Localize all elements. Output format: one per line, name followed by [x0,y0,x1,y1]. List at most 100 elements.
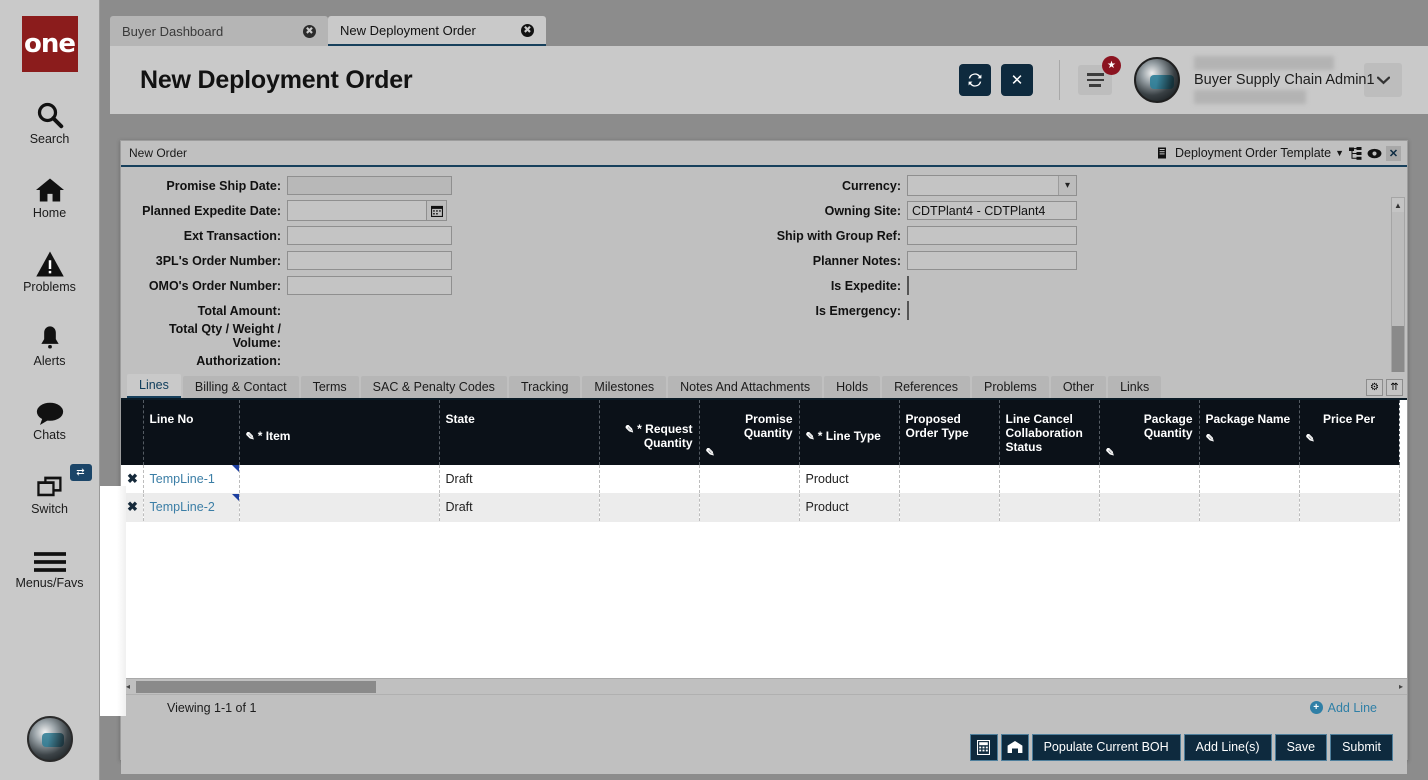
sidebar-item-chats[interactable]: Chats [0,392,100,442]
sidebar-item-search[interactable]: Search [0,96,100,146]
sidebar-avatar[interactable] [27,716,73,762]
workspace-tab-buyer-dashboard[interactable]: Buyer Dashboard ✖ [110,16,328,46]
cell-line-no[interactable]: TempLine-2 [143,493,240,522]
order-panel: New Order Deployment Order Template ▼ ✕ … [96,140,1408,774]
col-line-type[interactable]: ✎ * Line Type [799,400,900,465]
avatar[interactable] [1134,57,1180,103]
tab-milestones[interactable]: Milestones [582,376,667,398]
populate-current-boh-button[interactable]: Populate Current BOH [1031,733,1181,761]
cell-promise-quantity[interactable] [699,465,800,494]
third-party-order-number-input[interactable] [287,251,452,270]
close-icon[interactable]: ✖ [521,23,534,37]
eye-icon[interactable] [1367,146,1382,161]
tab-terms[interactable]: Terms [300,376,359,398]
field-is-emergency: Is Emergency: [721,298,1161,323]
tab-sac-penalty-codes[interactable]: SAC & Penalty Codes [360,376,507,398]
sidebar-item-menus-favs[interactable]: Menus/Favs [0,540,100,590]
ext-transaction-input[interactable] [287,226,452,245]
field-label: Currency: [841,178,901,193]
gear-icon[interactable]: ⚙ [1366,379,1383,396]
scroll-right-arrow-icon[interactable]: ▸ [1399,682,1403,691]
add-line-link[interactable]: + Add Line [1309,701,1377,715]
col-line-no[interactable]: Line No [143,400,240,465]
form-vertical-scrollbar[interactable]: ▲ ▼ [1391,197,1405,372]
table-row[interactable]: ✖ TempLine-1 Draft Product [121,465,1400,494]
sidebar-item-problems[interactable]: Problems [0,244,100,294]
promise-ship-date-input[interactable] [287,176,452,195]
scrollbar-thumb[interactable] [136,680,376,693]
owning-site-input[interactable] [907,201,1077,220]
is-emergency-checkbox[interactable] [907,300,909,320]
grid-horizontal-scrollbar[interactable]: ◂ ▸ [121,678,1407,694]
warehouse-button[interactable] [1000,733,1029,761]
save-button[interactable]: Save [1274,733,1328,761]
switch-shortcut-badge[interactable]: ⇄ [69,464,92,481]
is-expedite-checkbox[interactable] [907,275,909,295]
close-order-button[interactable]: ✕ [1001,64,1033,96]
cell-package-name[interactable] [1199,465,1300,494]
col-line-cancel-collaboration-status[interactable]: Line Cancel Collaboration Status [999,400,1100,465]
sidebar-item-label: Alerts [33,354,66,368]
cell-promise-quantity[interactable] [699,493,800,522]
edit-icon: ✎ [805,430,815,443]
cell-package-name[interactable] [1199,493,1300,522]
hierarchy-icon[interactable] [1348,146,1363,161]
cell-item[interactable] [239,493,440,522]
col-promise-quantity[interactable]: Promise Quantity ✎ [699,400,800,465]
calendar-icon[interactable] [427,200,447,221]
submit-button[interactable]: Submit [1330,733,1393,761]
ship-with-group-ref-input[interactable] [907,226,1077,245]
tab-notes-and-attachments[interactable]: Notes And Attachments [668,376,823,398]
currency-select[interactable]: ▾ [907,175,1077,196]
col-state[interactable]: State [439,400,600,465]
calculator-button[interactable] [969,733,998,761]
tab-links[interactable]: Links [1108,376,1162,398]
tab-holds[interactable]: Holds [824,376,881,398]
close-icon[interactable]: ✖ [303,24,316,38]
collapse-icon[interactable]: ⇈ [1386,379,1403,396]
col-request-quantity[interactable]: ✎ * Request Quantity [599,400,700,465]
sidebar-item-home[interactable]: Home [0,170,100,220]
tab-lines[interactable]: Lines [127,374,181,398]
sidebar-item-alerts[interactable]: Alerts [0,318,100,368]
cell-request-quantity[interactable] [599,493,700,522]
field-ship-with-group-ref: Ship with Group Ref: [721,223,1161,248]
field-label: Owning Site: [824,203,901,218]
field-label: Total Amount: [197,303,281,318]
add-lines-button[interactable]: Add Line(s) [1183,733,1272,761]
tab-other[interactable]: Other [1050,376,1107,398]
col-price-per[interactable]: Price Per ✎ [1299,400,1400,465]
cell-package-quantity[interactable] [1099,493,1200,522]
sidebar-item-switch[interactable]: ⇄ Switch [0,464,100,516]
tab-billing-contact[interactable]: Billing & Contact [182,376,299,398]
cell-line-type[interactable]: Product [799,493,900,522]
tab-references[interactable]: References [882,376,971,398]
table-row[interactable]: ✖ TempLine-2 Draft Product [121,493,1400,522]
cell-request-quantity[interactable] [599,465,700,494]
header-menu-button[interactable]: ★ [1078,56,1121,95]
tab-tracking[interactable]: Tracking [508,376,581,398]
cell-price-per[interactable] [1299,465,1400,494]
close-icon[interactable]: ✕ [1386,145,1401,161]
col-package-quantity[interactable]: Package Quantity ✎ [1099,400,1200,465]
cell-item[interactable] [239,465,440,494]
col-package-name[interactable]: Package Name ✎ [1199,400,1300,465]
omo-order-number-input[interactable] [287,276,452,295]
cell-line-no[interactable]: TempLine-1 [143,465,240,494]
col-proposed-order-type[interactable]: Proposed Order Type [899,400,1000,465]
workspace-tab-new-deployment-order[interactable]: New Deployment Order ✖ [328,16,546,46]
refresh-button[interactable] [959,64,991,96]
chat-bubble-icon [35,392,65,426]
scroll-up-arrow-icon[interactable]: ▲ [1392,198,1404,212]
tab-problems[interactable]: Problems [972,376,1049,398]
cell-package-quantity[interactable] [1099,465,1200,494]
deployment-order-template-dropdown[interactable]: Deployment Order Template ▼ [1175,146,1344,160]
cell-flag-icon [231,465,239,472]
planned-expedite-date-input[interactable] [287,200,427,221]
scrollbar-thumb[interactable] [1392,326,1404,372]
field-label: Is Emergency: [815,303,901,318]
cell-line-type[interactable]: Product [799,465,900,494]
planner-notes-input[interactable] [907,251,1077,270]
col-item[interactable]: ✎ * Item [239,400,440,465]
cell-price-per[interactable] [1299,493,1400,522]
